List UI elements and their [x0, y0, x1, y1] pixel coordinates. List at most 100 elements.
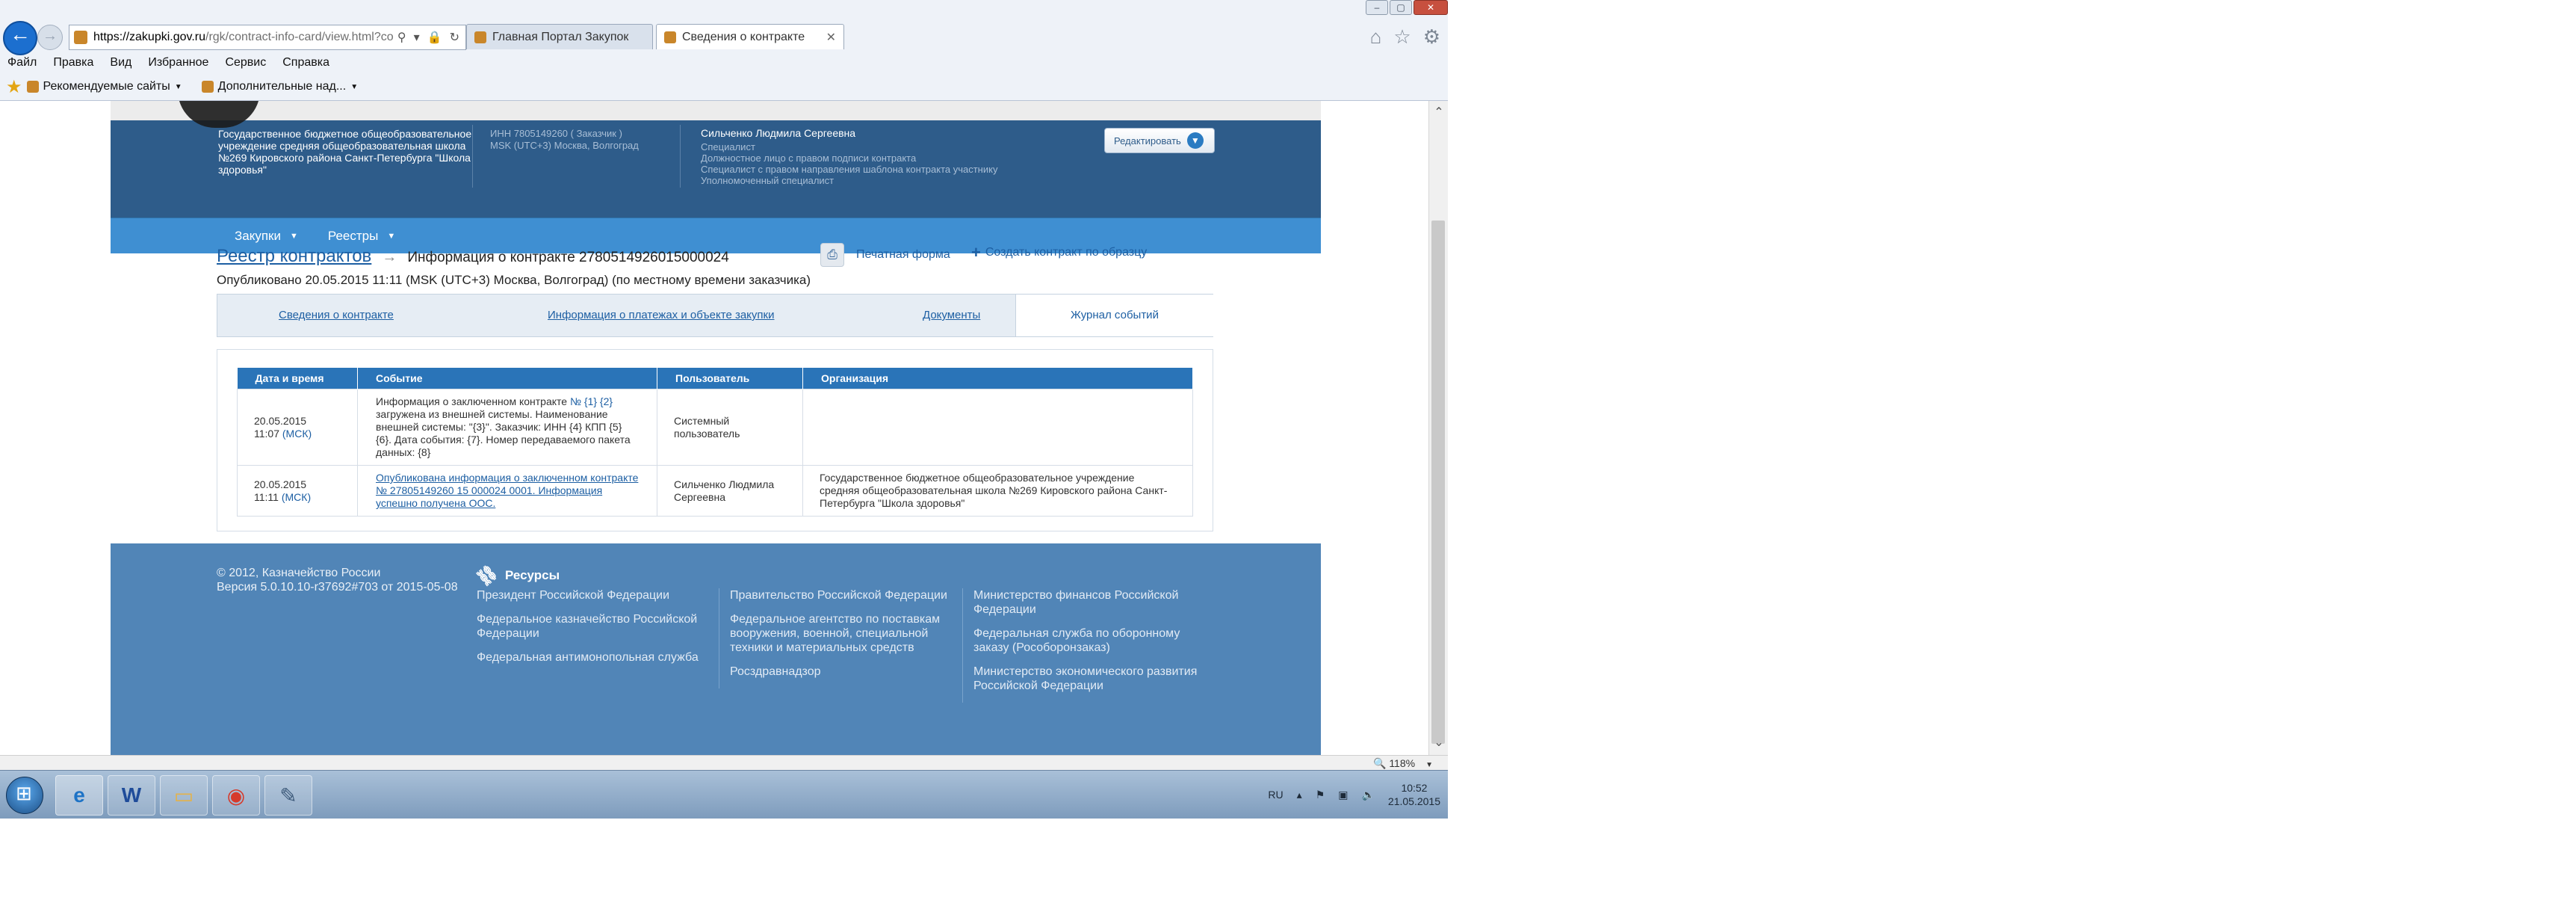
scrollbar-thumb[interactable]: [1431, 221, 1445, 744]
user-role: Уполномоченный специалист: [701, 175, 835, 186]
resource-link[interactable]: Правительство Российской Федерации: [730, 588, 954, 602]
scroll-down-arrow-icon[interactable]: ⌄: [1429, 734, 1448, 752]
taskbar-tool-icon[interactable]: ✎: [264, 775, 312, 816]
menu-file[interactable]: Файл: [7, 56, 37, 70]
start-button[interactable]: [6, 777, 43, 814]
column-header-user: Пользователь: [657, 368, 803, 389]
event-organization: Государственное бюджетное общеобразовате…: [802, 465, 1193, 517]
event-user: Сильченко Людмила Сергеевна: [657, 465, 803, 517]
event-published-link[interactable]: Опубликована информация о заключенном ко…: [376, 472, 638, 509]
site-favicon-icon: [474, 31, 486, 43]
taskbar-file-explorer-icon[interactable]: ▭: [160, 775, 208, 816]
favorites-bar: ★ Рекомендуемые сайты ▼ Дополнительные н…: [0, 75, 1448, 99]
close-tab-icon[interactable]: ✕: [826, 30, 836, 45]
tray-expand-icon[interactable]: ▴: [1297, 789, 1302, 801]
arrow-down-icon: ▼: [1186, 132, 1204, 149]
event-description: Опубликована информация о заключенном ко…: [357, 465, 657, 517]
resource-link[interactable]: Федеральная антимонопольная служба: [477, 650, 701, 665]
resource-link[interactable]: Федеральная служба по оборонному заказу …: [973, 626, 1198, 655]
menu-bar: Файл Правка Вид Избранное Сервис Справка: [0, 52, 1448, 73]
resource-link[interactable]: Федеральное агентство по поставкам воору…: [730, 612, 954, 655]
resource-link[interactable]: Министерство финансов Российской Федерац…: [973, 588, 1198, 617]
taskbar-chrome-icon[interactable]: ◉: [212, 775, 260, 816]
site-favicon-icon: [201, 81, 214, 93]
browser-status-bar: 🔍 118% ▼: [0, 755, 1448, 771]
scroll-up-arrow-icon[interactable]: ⌃: [1429, 104, 1448, 122]
divider: [680, 125, 681, 188]
menu-view[interactable]: Вид: [110, 56, 131, 70]
events-table: Дата и время Событие Пользователь Органи…: [237, 368, 1193, 517]
taskbar-internet-explorer-icon[interactable]: e: [55, 775, 103, 816]
lock-icon[interactable]: 🔒: [427, 30, 442, 45]
menu-edit[interactable]: Правка: [53, 56, 93, 70]
menu-help[interactable]: Справка: [282, 56, 329, 70]
resources-heading: ⛓ Ресурсы: [472, 561, 560, 590]
favorites-star-icon[interactable]: ☆: [1393, 25, 1411, 49]
back-button[interactable]: [3, 21, 37, 55]
vertical-scrollbar[interactable]: ⌃ ⌄: [1428, 101, 1448, 755]
search-icon[interactable]: ⚲: [397, 30, 406, 45]
add-favorite-star-icon[interactable]: ★: [6, 76, 22, 98]
tab-event-journal[interactable]: Журнал событий: [1015, 295, 1213, 336]
desktop-screen: – ▢ ✕ https://zakupki.gov.ru/rgk/contrac…: [0, 0, 1448, 819]
system-tray: RU ▴ ⚑ ▣ 🔈 10:52 21.05.2015: [1268, 775, 1440, 814]
network-icon[interactable]: ▣: [1338, 789, 1348, 801]
page-viewport: Государственное бюджетное общеобразовате…: [0, 101, 1428, 755]
timezone-link[interactable]: (МСК): [282, 491, 311, 503]
favorite-recommended-sites[interactable]: Рекомендуемые сайты ▼: [26, 80, 182, 93]
link-chain-icon: ⛓: [472, 561, 501, 590]
resources-column: Президент Российской Федерации Федеральн…: [477, 588, 701, 674]
menu-favorites[interactable]: Избранное: [148, 56, 208, 70]
language-indicator[interactable]: RU: [1268, 789, 1283, 801]
tab-payments[interactable]: Информация о платежах и объекте закупки: [548, 295, 774, 336]
site-footer: © 2012, Казначейство России Версия 5.0.1…: [111, 543, 1321, 755]
maximize-button[interactable]: ▢: [1390, 0, 1412, 15]
forward-button[interactable]: [37, 25, 63, 50]
browser-tab-contract[interactable]: Сведения о контракте ✕: [656, 24, 844, 49]
volume-icon[interactable]: 🔈: [1361, 789, 1374, 801]
resource-link[interactable]: Президент Российской Федерации: [477, 588, 701, 602]
organization-timezone: MSK (UTC+3) Москва, Волгоград: [490, 140, 639, 151]
resource-link[interactable]: Министерство экономического развития Рос…: [973, 665, 1198, 693]
copyright: © 2012, Казначейство России Версия 5.0.1…: [217, 566, 463, 594]
event-user: Системный пользователь: [657, 389, 803, 466]
clock[interactable]: 10:52 21.05.2015: [1388, 781, 1440, 808]
create-contract-from-template-button[interactable]: + Создать контракт по образцу: [971, 243, 1147, 262]
user-role: Должностное лицо с правом подписи контра…: [701, 152, 917, 164]
site-logo[interactable]: [178, 101, 260, 128]
close-window-button[interactable]: ✕: [1414, 0, 1448, 15]
edit-profile-button[interactable]: Редактировать ▼: [1104, 128, 1215, 153]
organization-name: Государственное бюджетное общеобразовате…: [218, 128, 472, 176]
resource-link[interactable]: Федеральное казначейство Российской Феде…: [477, 612, 701, 641]
table-row: 20.05.2015 11:07 (МСК) Информация о закл…: [237, 389, 1193, 466]
window-caption-buttons: – ▢ ✕: [1366, 0, 1448, 15]
menu-tools[interactable]: Сервис: [225, 56, 266, 70]
organization-meta: ИНН 7805149260 ( Заказчик ) MSK (UTC+3) …: [490, 128, 639, 152]
refresh-icon[interactable]: ↻: [450, 30, 459, 45]
user-info: Сильченко Людмила Сергеевна Специалист Д…: [701, 127, 1119, 187]
address-url[interactable]: https://zakupki.gov.ru/rgk/contract-info…: [93, 31, 397, 44]
event-datetime: 20.05.2015 11:11 (МСК): [237, 465, 358, 517]
event-organization: [802, 389, 1193, 466]
taskbar-word-icon[interactable]: W: [108, 775, 155, 816]
tray-app-icon[interactable]: ⚑: [1316, 789, 1325, 801]
nav-registries[interactable]: Реестры ▼: [328, 229, 395, 244]
browser-tab-label: Сведения о контракте: [682, 30, 805, 43]
top-strip: [111, 101, 1321, 120]
address-bar[interactable]: https://zakupki.gov.ru/rgk/contract-info…: [69, 25, 466, 50]
tab-documents[interactable]: Документы: [923, 295, 980, 336]
minimize-button[interactable]: –: [1366, 0, 1388, 15]
print-form-button[interactable]: ⎙ Печатная форма: [820, 243, 950, 267]
column-header-datetime: Дата и время: [237, 368, 358, 389]
favorite-addons[interactable]: Дополнительные над... ▼: [201, 80, 358, 93]
resource-link[interactable]: Росздравнадзор: [730, 665, 954, 679]
breadcrumb-contract-registry-link[interactable]: Реестр контрактов: [217, 246, 371, 267]
chevron-down-icon[interactable]: ▾: [414, 30, 420, 45]
timezone-link[interactable]: (МСК): [282, 428, 312, 440]
home-icon[interactable]: ⌂: [1370, 25, 1382, 49]
gear-icon[interactable]: ⚙: [1423, 25, 1440, 49]
browser-tab-home[interactable]: Главная Портал Закупок: [466, 24, 653, 49]
tab-contract-info[interactable]: Сведения о контракте: [279, 295, 394, 336]
user-name: Сильченко Людмила Сергеевна: [701, 127, 856, 139]
nav-purchases[interactable]: Закупки ▼: [235, 229, 298, 244]
